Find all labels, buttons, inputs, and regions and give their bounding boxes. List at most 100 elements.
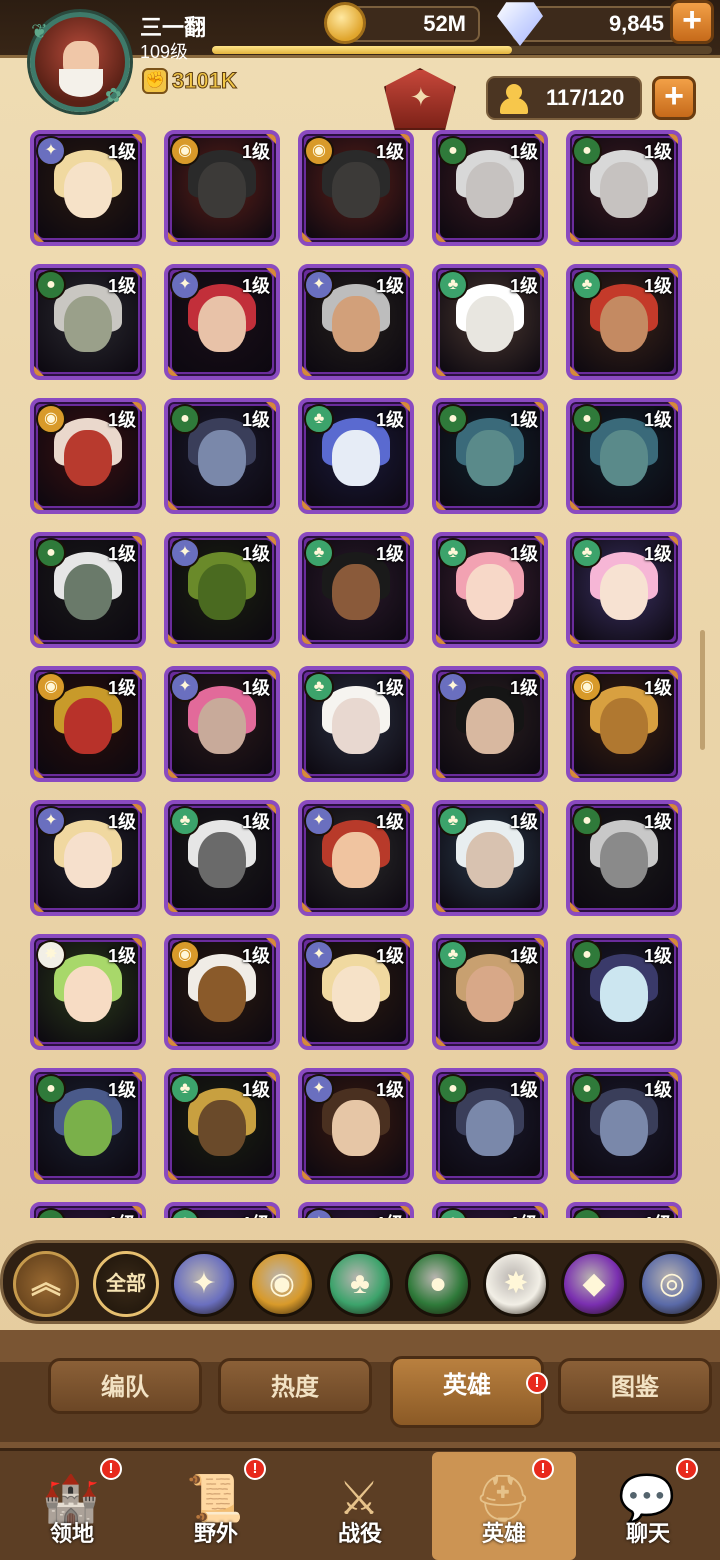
hero-card[interactable]: ♣1级 (164, 1202, 280, 1218)
hero-card[interactable]: ◉ 1级 (566, 666, 682, 782)
hero-card[interactable]: ✦1级 (164, 532, 280, 648)
nav-scroll-map[interactable]: 📜 野外 (144, 1452, 288, 1560)
hero-level: 1级 (509, 142, 538, 162)
hero-face (64, 832, 112, 888)
tab-label: 编队 (101, 1374, 149, 1401)
nav-sword-shield[interactable]: ⚔ 战役 (288, 1452, 432, 1560)
filter-mauler-button[interactable]: ◉ (249, 1251, 315, 1317)
hero-card[interactable]: ●1级 (432, 398, 548, 514)
filter-graveborn-button[interactable]: ● (405, 1251, 471, 1317)
collapse-filter-button[interactable]: ︽ (13, 1251, 79, 1317)
tab-3[interactable]: 图鉴 (558, 1358, 712, 1414)
hero-card[interactable]: ✦1级 (30, 130, 146, 246)
tab-0[interactable]: 编队 (48, 1358, 202, 1414)
hero-card[interactable]: ♣1级 (432, 1202, 548, 1218)
nav-chat-bubble[interactable]: 💬 聊天 (576, 1452, 720, 1560)
hero-card[interactable]: ●1级 (30, 1202, 146, 1218)
hero-grid-scrollbar[interactable] (700, 630, 705, 750)
hero-face (466, 162, 514, 218)
hero-card[interactable]: ✦1级 (298, 934, 414, 1050)
hero-level: 1级 (643, 142, 672, 162)
add-hero-slots-button[interactable]: + (652, 76, 696, 120)
xp-progress-fill (212, 46, 512, 54)
filter-hypogean-button[interactable]: ◆ (561, 1251, 627, 1317)
filter-dimensional-button[interactable]: ◎ (639, 1251, 705, 1317)
player-avatar[interactable]: ❦ ✿ (30, 12, 130, 112)
hero-card[interactable]: ●1级 (566, 800, 682, 916)
nav-castle[interactable]: 🏰 领地 (0, 1452, 144, 1560)
nav-hero-helmet[interactable]: ⛑ 英雄 (432, 1452, 576, 1560)
hero-level: 1级 (107, 544, 136, 564)
hero-card[interactable]: ●1级 (432, 130, 548, 246)
hero-card[interactable]: ◉ 1级 (164, 934, 280, 1050)
hero-card[interactable]: ♣1级 (164, 800, 280, 916)
hero-card[interactable]: ✦1级 (164, 264, 280, 380)
hero-level: 1级 (107, 410, 136, 430)
hero-card[interactable]: ●1级 (30, 264, 146, 380)
hero-face (466, 1100, 514, 1156)
hero-face (466, 296, 514, 352)
hero-card[interactable]: ●1级 (566, 1202, 682, 1218)
nav-label: 战役 (337, 1521, 382, 1546)
hero-face (198, 966, 246, 1022)
hero-card[interactable]: ✸ 1级 (30, 934, 146, 1050)
filter-lightbearer-button[interactable]: ✦ (171, 1251, 237, 1317)
hero-card[interactable]: ♣1级 (298, 666, 414, 782)
hero-card[interactable]: ♣1级 (432, 532, 548, 648)
wilder-faction-icon: ♣ (304, 672, 334, 702)
filter-celestial-button[interactable]: ✸ (483, 1251, 549, 1317)
hero-card[interactable]: ♣1级 (566, 264, 682, 380)
mauler-faction-icon: ◉ (170, 136, 200, 166)
tab-label: 图鉴 (611, 1374, 659, 1401)
hero-level: 1级 (241, 544, 270, 564)
hero-card[interactable]: ●1级 (432, 1068, 548, 1184)
mauler-faction-icon: ◉ (36, 404, 66, 434)
add-gems-button[interactable]: + (670, 0, 714, 44)
hero-level: 1级 (644, 1210, 672, 1218)
hero-card[interactable]: ✦1级 (298, 264, 414, 380)
hero-level: 1级 (375, 1080, 404, 1100)
lightbearer-faction-icon: ✦ (438, 672, 468, 702)
hero-level: 1级 (509, 946, 538, 966)
hero-face (198, 832, 246, 888)
hero-face (198, 698, 246, 754)
hero-face (332, 1100, 380, 1156)
hero-card[interactable]: ●1级 (566, 398, 682, 514)
hero-card[interactable]: ✦1级 (298, 1202, 414, 1218)
hero-card[interactable]: ◉ 1级 (298, 130, 414, 246)
hero-card[interactable]: ●1级 (566, 934, 682, 1050)
hero-level: 1级 (643, 946, 672, 966)
hero-card[interactable]: ✦1级 (30, 800, 146, 916)
tab-2[interactable]: 英雄 (390, 1356, 544, 1428)
hero-card[interactable]: ◉ 1级 (164, 130, 280, 246)
hero-face (64, 698, 112, 754)
hero-card[interactable]: ✦1级 (298, 1068, 414, 1184)
filter-all-button[interactable]: 全部 (93, 1251, 159, 1317)
alert-badge: ! (676, 1458, 698, 1480)
wilder-faction-icon: ♣ (304, 538, 334, 568)
hero-card[interactable]: ● 1级 (566, 130, 682, 246)
graveborn-faction-icon: ● (572, 136, 602, 166)
hero-level: 1级 (241, 410, 270, 430)
hero-card[interactable]: ✦1级 (298, 800, 414, 916)
hero-card[interactable]: ◉ 1级 (30, 398, 146, 514)
hero-card[interactable]: ●1级 (566, 1068, 682, 1184)
filter-wilder-button[interactable]: ♣ (327, 1251, 393, 1317)
tab-1[interactable]: 热度 (218, 1358, 372, 1414)
gold-coin-icon (324, 2, 366, 44)
hero-card[interactable]: ♣1级 (432, 800, 548, 916)
hero-card[interactable]: ✦1级 (432, 666, 548, 782)
hero-face (332, 296, 380, 352)
hero-card[interactable]: ●1级 (164, 398, 280, 514)
hero-level: 1级 (375, 946, 404, 966)
hero-card[interactable]: ♣1级 (164, 1068, 280, 1184)
hero-card[interactable]: ✦1级 (164, 666, 280, 782)
hero-card[interactable]: ●1级 (30, 532, 146, 648)
hero-card[interactable]: ♣1级 (566, 532, 682, 648)
hero-card[interactable]: ♣1级 (298, 398, 414, 514)
hero-card[interactable]: ●1级 (30, 1068, 146, 1184)
hero-card[interactable]: ♣1级 (298, 532, 414, 648)
hero-card[interactable]: ♣1级 (432, 934, 548, 1050)
hero-card[interactable]: ◉ 1级 (30, 666, 146, 782)
hero-card[interactable]: ♣1级 (432, 264, 548, 380)
